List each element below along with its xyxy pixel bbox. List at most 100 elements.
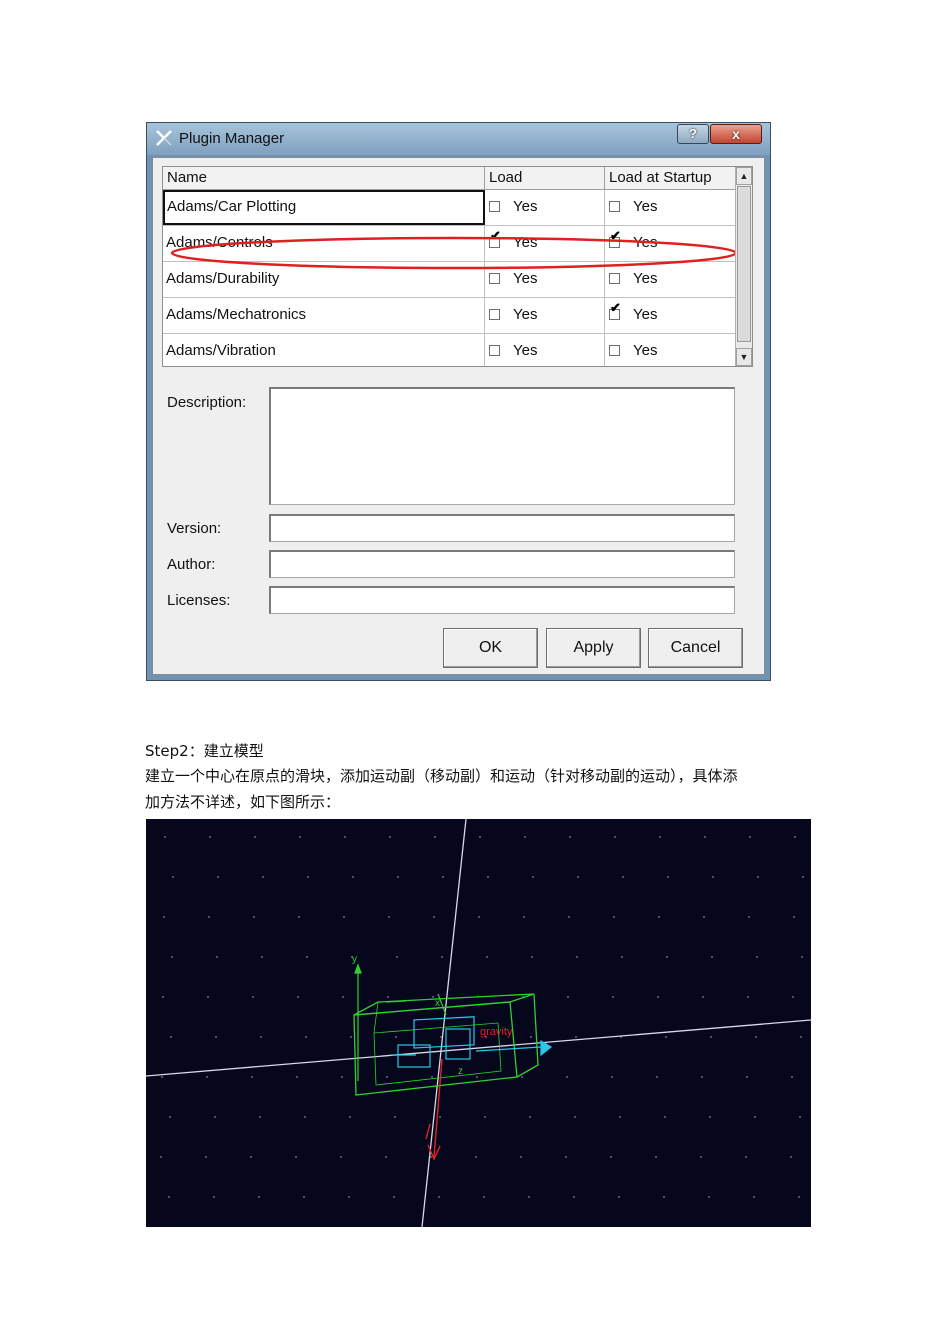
close-button[interactable]: x (710, 124, 762, 144)
grid-dot (619, 1116, 621, 1118)
scroll-down-arrow-icon[interactable]: ▼ (736, 348, 752, 366)
startup-checkbox[interactable] (609, 345, 620, 356)
grid-dot (574, 1116, 576, 1118)
grid-dot (802, 876, 804, 878)
adams-logo-icon (156, 130, 172, 146)
licenses-field[interactable] (269, 586, 735, 614)
grid-dot (160, 1156, 162, 1158)
coordinate-marker (354, 963, 447, 1081)
title-bar[interactable]: Plugin Manager ? x (147, 123, 770, 155)
grid-dot (667, 876, 669, 878)
grid-dot (566, 1076, 568, 1078)
startup-checkbox-label: Yes (633, 198, 658, 215)
scroll-up-arrow-icon[interactable]: ▲ (736, 167, 752, 185)
marker-x-label: x (435, 998, 440, 1009)
grid-dot (442, 876, 444, 878)
grid-dot (798, 1196, 800, 1198)
load-checkbox-label: Yes (513, 270, 538, 287)
grid-dot (349, 1116, 351, 1118)
grid-dot (205, 1156, 207, 1158)
plugin-name-cell[interactable]: Adams/Durability (163, 262, 485, 297)
plugin-name-cell[interactable]: Adams/Vibration (163, 334, 485, 366)
gravity-arrow (425, 1058, 443, 1161)
grid-dot (569, 836, 571, 838)
table-row[interactable]: Adams/Controls ✔ Yes ✔ Yes (163, 226, 737, 262)
grid-dot (251, 1076, 253, 1078)
apply-button[interactable]: Apply (546, 628, 641, 668)
grid-dot (344, 836, 346, 838)
grid-dot (521, 1076, 523, 1078)
model-viewport[interactable]: y x z gravity (146, 819, 811, 1227)
column-header-load[interactable]: Load (485, 167, 605, 190)
table-row[interactable]: Adams/Vibration Yes Yes (163, 334, 737, 366)
grid-dot (659, 836, 661, 838)
table-row[interactable]: Adams/Mechatronics Yes ✔ Yes (163, 298, 737, 334)
grid-dot (666, 956, 668, 958)
load-checkbox-label: Yes (513, 234, 538, 251)
ok-button[interactable]: OK (443, 628, 538, 668)
cancel-button[interactable]: Cancel (648, 628, 743, 668)
plugin-name-cell[interactable]: Adams/Car Plotting (163, 190, 485, 225)
startup-cell: ✔ Yes (605, 226, 737, 261)
grid-dot (663, 1196, 665, 1198)
grid-dot (565, 1156, 567, 1158)
load-checkbox[interactable] (489, 345, 500, 356)
plugin-name-cell[interactable]: Adams/Mechatronics (163, 298, 485, 333)
grid-dot (614, 836, 616, 838)
table-row[interactable]: Adams/Durability Yes Yes (163, 262, 737, 298)
grid-dot (618, 1196, 620, 1198)
column-header-load-at-startup[interactable]: Load at Startup (605, 167, 737, 190)
load-checkbox[interactable] (489, 273, 500, 284)
load-cell: Yes (485, 190, 605, 225)
grid-dot (712, 876, 714, 878)
grid-dot (531, 956, 533, 958)
grid-dot (701, 1076, 703, 1078)
description-field[interactable] (269, 387, 735, 505)
grid-dot (260, 1036, 262, 1038)
grid-dot (577, 876, 579, 878)
startup-checkbox[interactable]: ✔ (609, 301, 621, 320)
grid-dot (430, 1156, 432, 1158)
grid-dot (800, 1036, 802, 1038)
grid-dot (438, 1196, 440, 1198)
grid-dot (702, 996, 704, 998)
grid-dot (252, 996, 254, 998)
grid-dot (261, 956, 263, 958)
startup-checkbox[interactable]: ✔ (609, 229, 621, 248)
grid-dot (792, 996, 794, 998)
translational-joint-marker (391, 1016, 553, 1068)
scroll-thumb[interactable] (737, 186, 751, 342)
grid-dot (748, 916, 750, 918)
version-field[interactable] (269, 514, 735, 542)
load-checkbox[interactable] (489, 201, 500, 212)
startup-cell: Yes (605, 190, 737, 225)
plugin-name-cell[interactable]: Adams/Controls (163, 226, 485, 261)
grid-dot (440, 1036, 442, 1038)
startup-checkbox[interactable] (609, 273, 620, 284)
grid-dot (756, 956, 758, 958)
grid-dot (163, 916, 165, 918)
grid-dot (700, 1156, 702, 1158)
version-label: Version: (167, 520, 222, 537)
load-checkbox[interactable]: ✔ (489, 229, 501, 248)
grid-dot (253, 916, 255, 918)
column-header-name[interactable]: Name (163, 167, 485, 190)
startup-checkbox-label: Yes (633, 234, 658, 251)
table-row[interactable]: Adams/Car Plotting Yes Yes (163, 190, 737, 226)
startup-checkbox[interactable] (609, 201, 620, 212)
grid-dot (703, 916, 705, 918)
author-label: Author: (167, 556, 216, 573)
grid-dot (434, 836, 436, 838)
load-checkbox[interactable] (489, 309, 500, 320)
model-drawing: y x z gravity (146, 819, 811, 1227)
grid-dot (207, 996, 209, 998)
grid-dot (567, 996, 569, 998)
description-label: Description: (167, 394, 247, 411)
author-field[interactable] (269, 550, 735, 578)
grid-dot (208, 916, 210, 918)
vertical-scrollbar[interactable]: ▲ ▼ (735, 167, 752, 366)
grid-dot (298, 916, 300, 918)
help-button[interactable]: ? (677, 124, 709, 144)
grid-dot (396, 956, 398, 958)
grid-dot (710, 1036, 712, 1038)
